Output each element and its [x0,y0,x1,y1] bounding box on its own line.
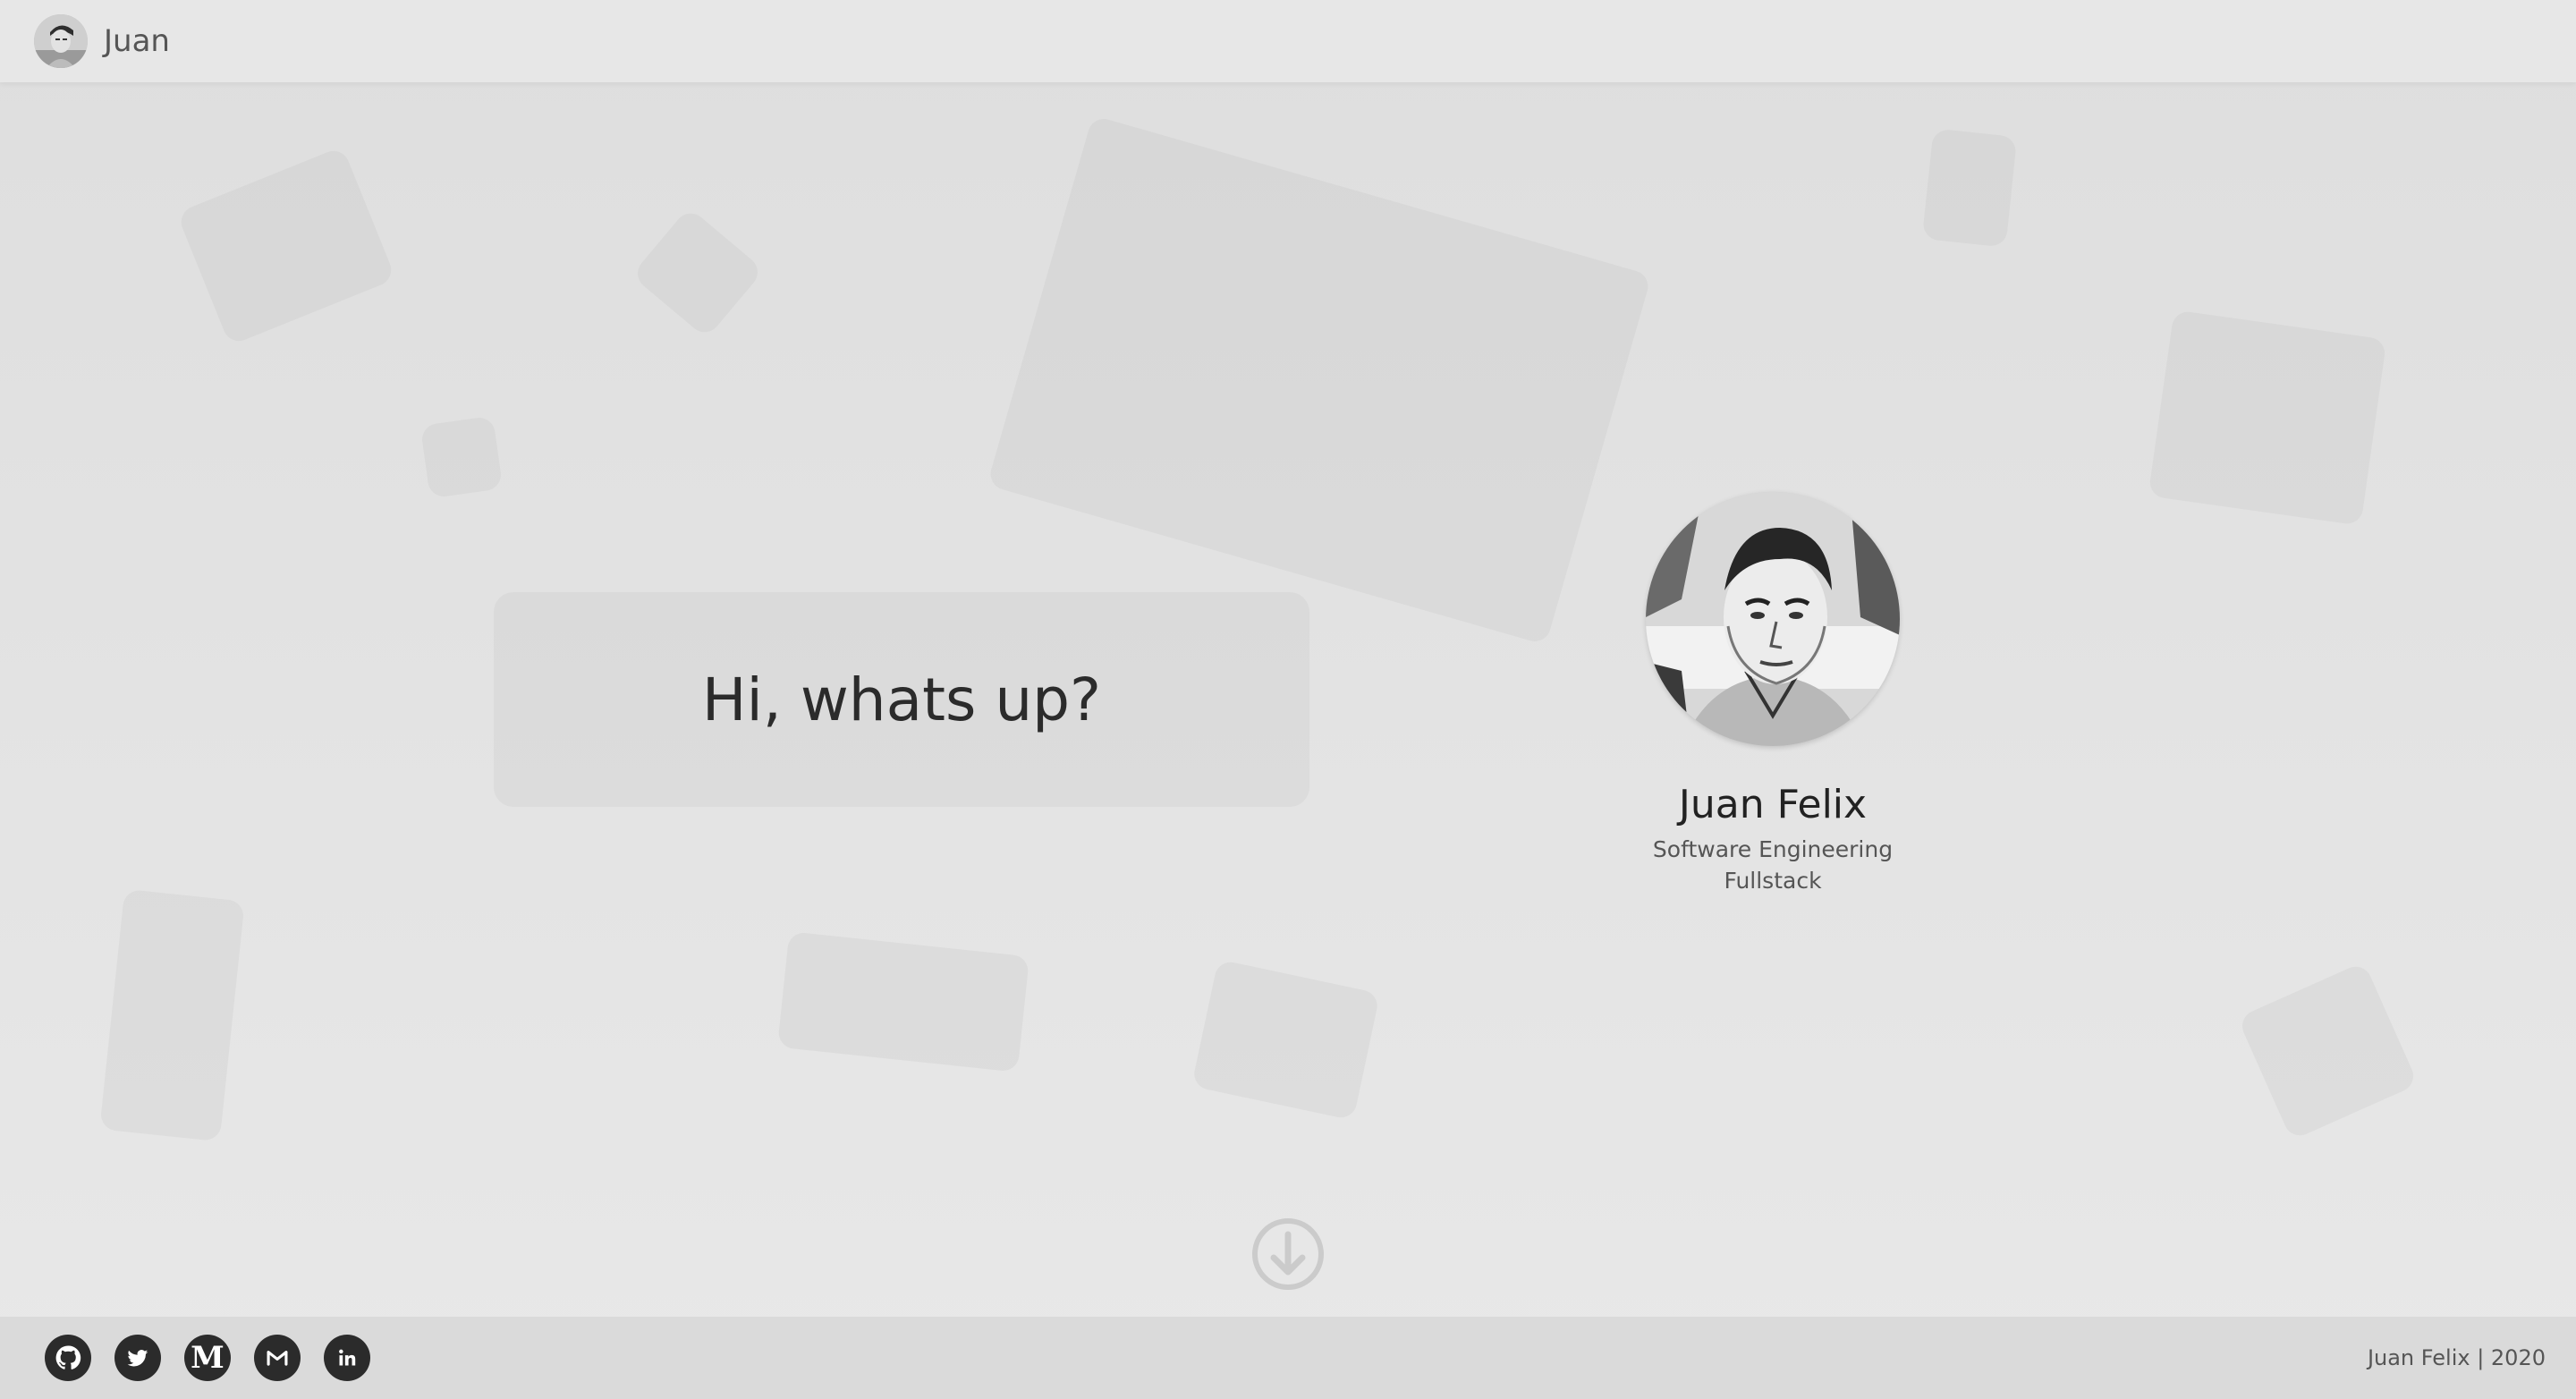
bg-shape [2237,962,2419,1140]
gmail-link[interactable] [254,1335,301,1381]
brand-name: Juan [104,23,170,59]
bg-shape [631,207,765,338]
twitter-link[interactable] [114,1335,161,1381]
brand-home-link[interactable]: Juan [34,14,170,68]
page: Juan Hi, whats up? Juan Felix Software E… [0,0,2576,1399]
footer: M Juan Felix | 2020 [0,1317,2576,1399]
profile-specialty: Fullstack [1724,868,1822,894]
copyright-text: Juan Felix | 2020 [2367,1345,2546,1370]
top-navbar: Juan [0,0,2576,82]
bg-shape [2148,309,2387,525]
avatar-photo-icon [34,14,88,68]
profile-role: Software Engineering [1652,836,1894,862]
github-link[interactable] [45,1335,91,1381]
profile-photo-image [1646,492,1900,746]
profile-name: Juan Felix [1678,782,1868,827]
github-icon [55,1345,81,1369]
medium-icon: M [191,1340,225,1376]
greeting-text: Hi, whats up? [701,665,1102,734]
greeting-card: Hi, whats up? [494,592,1309,807]
avatar [34,14,88,68]
bg-shape [176,146,395,345]
bg-shape [420,416,504,499]
profile-card: Juan Felix Software Engineering Fullstac… [1646,492,1900,894]
bg-shape [1922,128,2017,247]
bg-shape [99,889,244,1142]
twitter-icon [127,1350,148,1367]
bg-shape [987,115,1651,646]
gmail-icon [267,1351,288,1366]
scroll-down-button[interactable] [1250,1217,1326,1292]
bg-shape [1191,959,1380,1120]
profile-photo [1646,492,1900,746]
social-links: M [45,1335,370,1381]
arrow-down-circle-icon [1252,1218,1324,1290]
bg-shape [777,931,1030,1073]
medium-link[interactable]: M [184,1335,231,1381]
linkedin-icon [339,1349,356,1366]
linkedin-link[interactable] [324,1335,370,1381]
